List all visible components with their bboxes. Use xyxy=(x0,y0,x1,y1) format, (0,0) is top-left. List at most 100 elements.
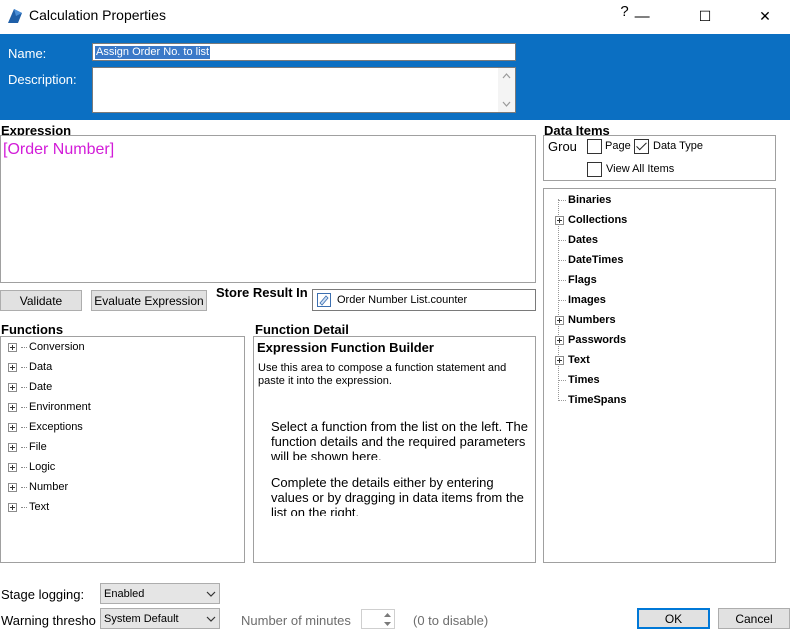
expand-icon[interactable] xyxy=(8,402,17,412)
function-category-item[interactable]: Date xyxy=(8,379,52,395)
data-type-label: Flags xyxy=(568,274,597,286)
function-category-item[interactable]: File xyxy=(8,439,47,455)
function-detail-paragraph-2: Complete the details either by entering … xyxy=(271,475,524,516)
stepper-up-icon[interactable] xyxy=(383,612,392,618)
data-type-node[interactable]: Collections xyxy=(555,212,627,228)
tree-connector xyxy=(558,239,566,241)
expand-icon[interactable] xyxy=(8,442,17,452)
window-title: Calculation Properties xyxy=(29,7,166,23)
data-type-label: TimeSpans xyxy=(568,394,627,406)
data-type-node[interactable]: TimeSpans xyxy=(555,392,627,408)
warning-threshold-value: System Default xyxy=(104,612,179,625)
description-scrollbar[interactable] xyxy=(498,68,515,112)
store-result-value: Order Number List.counter xyxy=(337,294,468,306)
expand-icon[interactable] xyxy=(8,362,17,372)
data-type-node[interactable]: Numbers xyxy=(555,312,616,328)
maximize-button[interactable]: ☐ xyxy=(682,0,728,32)
data-type-label: Times xyxy=(568,374,600,386)
stepper-down-icon[interactable] xyxy=(383,621,392,627)
expand-icon[interactable] xyxy=(8,462,17,472)
data-type-node[interactable]: Binaries xyxy=(555,192,611,208)
warning-threshold-select[interactable]: System Default xyxy=(100,608,220,629)
data-type-checkbox[interactable] xyxy=(634,139,649,154)
chevron-down-icon xyxy=(206,616,216,622)
help-button[interactable]: ? — xyxy=(612,0,658,32)
description-value xyxy=(93,68,515,72)
tree-connector xyxy=(21,406,27,408)
data-type-node[interactable]: Flags xyxy=(555,272,597,288)
tree-connector xyxy=(21,446,27,448)
data-type-node[interactable]: Times xyxy=(555,372,600,388)
tree-connector xyxy=(21,486,27,488)
name-input[interactable]: Assign Order No. to list xyxy=(92,43,516,61)
description-label: Description: xyxy=(8,72,77,87)
store-result-field[interactable]: Order Number List.counter xyxy=(312,289,536,311)
maximize-icon: ☐ xyxy=(698,7,712,24)
function-detail-title: Function Detail xyxy=(255,322,349,337)
stage-logging-label: Stage logging: xyxy=(1,587,85,602)
function-detail-paragraph-1: Select a function from the list on the l… xyxy=(271,419,529,460)
expand-icon[interactable] xyxy=(555,355,564,365)
close-button[interactable]: ✕ xyxy=(742,0,788,32)
page-checkbox[interactable] xyxy=(587,139,602,154)
functions-title: Functions xyxy=(1,322,64,337)
view-all-items-checkbox[interactable] xyxy=(587,162,602,177)
expression-text: [Order Number] xyxy=(3,141,115,158)
function-category-item[interactable]: Number xyxy=(8,479,68,495)
scroll-down-icon[interactable] xyxy=(502,101,511,107)
expand-icon[interactable] xyxy=(555,315,564,325)
validate-button[interactable]: Validate xyxy=(0,290,82,311)
description-input[interactable] xyxy=(92,67,516,113)
data-type-label: Text xyxy=(568,354,590,366)
function-category-item[interactable]: Conversion xyxy=(8,339,85,355)
expand-icon[interactable] xyxy=(8,482,17,492)
function-category-item[interactable]: Logic xyxy=(8,459,55,475)
page-checkbox-label: Page xyxy=(605,140,631,152)
function-category-label: Exceptions xyxy=(29,421,83,433)
function-category-item[interactable]: Environment xyxy=(8,399,91,415)
expand-icon[interactable] xyxy=(555,215,564,225)
function-category-item[interactable]: Exceptions xyxy=(8,419,83,435)
data-type-label: Dates xyxy=(568,234,598,246)
data-type-node[interactable]: Images xyxy=(555,292,606,308)
data-item-icon xyxy=(317,293,331,307)
expand-icon[interactable] xyxy=(8,502,17,512)
expand-icon[interactable] xyxy=(8,422,17,432)
data-type-node[interactable]: Text xyxy=(555,352,590,368)
function-category-item[interactable]: Data xyxy=(8,359,52,375)
app-icon xyxy=(8,9,22,23)
ok-button[interactable]: OK xyxy=(637,608,710,629)
tree-connector xyxy=(558,399,566,401)
data-type-node[interactable]: Dates xyxy=(555,232,598,248)
stage-logging-select[interactable]: Enabled xyxy=(100,583,220,604)
data-type-node[interactable]: DateTimes xyxy=(555,252,623,268)
data-type-label: Numbers xyxy=(568,314,616,326)
function-category-label: Text xyxy=(29,501,50,513)
function-category-label: Date xyxy=(29,381,53,393)
function-category-label: Logic xyxy=(29,461,56,473)
data-type-node[interactable]: Passwords xyxy=(555,332,626,348)
tree-connector xyxy=(21,346,27,348)
tree-connector xyxy=(558,199,566,201)
expand-icon[interactable] xyxy=(555,335,564,345)
minimize-icon: — xyxy=(634,7,650,25)
data-type-label: Binaries xyxy=(568,194,612,206)
data-type-checkbox-label: Data Type xyxy=(653,140,703,152)
function-category-label: Conversion xyxy=(29,341,85,353)
function-category-item[interactable]: Text xyxy=(8,499,49,515)
function-detail-intro: Use this area to compose a function stat… xyxy=(258,362,507,387)
cancel-button[interactable]: Cancel xyxy=(718,608,790,629)
chevron-down-icon xyxy=(206,591,216,597)
expand-icon[interactable] xyxy=(8,382,17,392)
expand-icon[interactable] xyxy=(8,342,17,352)
scroll-up-icon[interactable] xyxy=(502,73,511,79)
tree-connector xyxy=(21,506,27,508)
data-type-label: DateTimes xyxy=(568,254,624,266)
disable-hint: (0 to disable) xyxy=(413,613,489,628)
function-category-label: Number xyxy=(29,481,69,493)
group-label: Grou xyxy=(548,139,577,154)
evaluate-expression-button[interactable]: Evaluate Expression xyxy=(91,290,207,311)
tree-connector xyxy=(21,466,27,468)
minutes-stepper[interactable] xyxy=(361,609,395,629)
data-type-label: Passwords xyxy=(568,334,627,346)
